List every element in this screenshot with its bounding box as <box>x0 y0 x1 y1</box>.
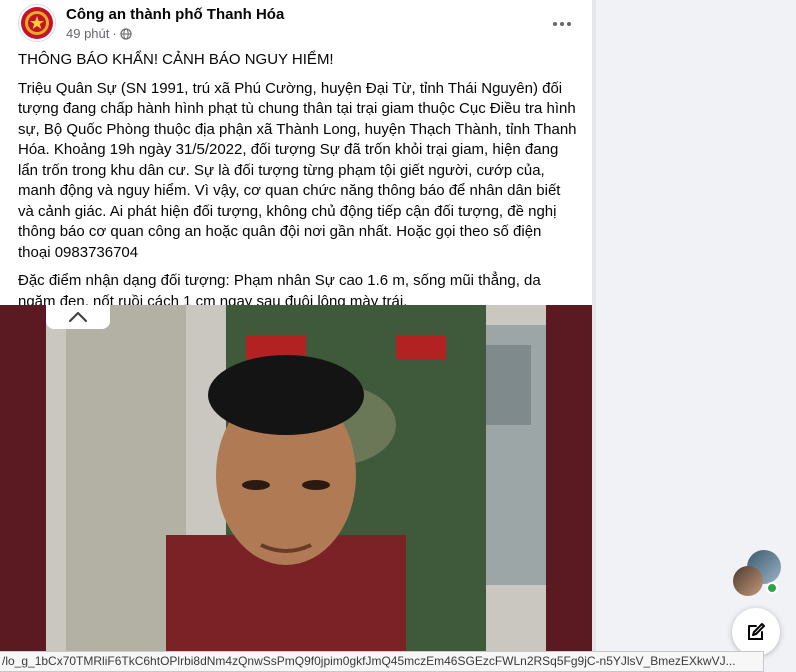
new-message-button[interactable] <box>732 608 780 656</box>
post-body: Triệu Quân Sự (SN 1991, trú xã Phú Cường… <box>18 79 577 261</box>
post-photo[interactable] <box>0 305 592 672</box>
compose-icon <box>748 623 765 640</box>
photo-image <box>46 305 546 672</box>
post-time[interactable]: 49 phút <box>66 26 109 41</box>
post-meta: 49 phút · <box>66 26 132 41</box>
post-headline: THÔNG BÁO KHẨN! CẢNH BÁO NGUY HIỂM! <box>18 51 334 68</box>
photo-illustration <box>46 305 546 672</box>
status-bar-url: /lo_g_1bCx70TMRliF6TkC6htOPlrbi8dNm4zQnw… <box>0 651 764 672</box>
meta-separator: · <box>112 26 117 41</box>
post-text: THÔNG BÁO KHẨN! CẢNH BÁO NGUY HIỂM! Triệ… <box>18 50 578 320</box>
collapse-button[interactable] <box>46 305 110 329</box>
globe-icon <box>120 27 132 40</box>
online-status-indicator <box>766 582 778 594</box>
facebook-post: Công an thành phố Thanh Hóa 49 phút · TH… <box>0 0 592 672</box>
more-horizontal-icon <box>553 22 557 26</box>
page-name[interactable]: Công an thành phố Thanh Hóa <box>66 6 284 23</box>
chevron-up-icon <box>68 311 88 323</box>
post-header: Công an thành phố Thanh Hóa 49 phút · <box>18 4 588 44</box>
police-emblem-icon <box>21 7 53 39</box>
scrollbar-track[interactable] <box>592 0 596 672</box>
page-avatar[interactable] <box>18 4 56 42</box>
chat-head-avatar-secondary[interactable] <box>733 566 763 596</box>
post-more-button[interactable] <box>546 8 578 40</box>
